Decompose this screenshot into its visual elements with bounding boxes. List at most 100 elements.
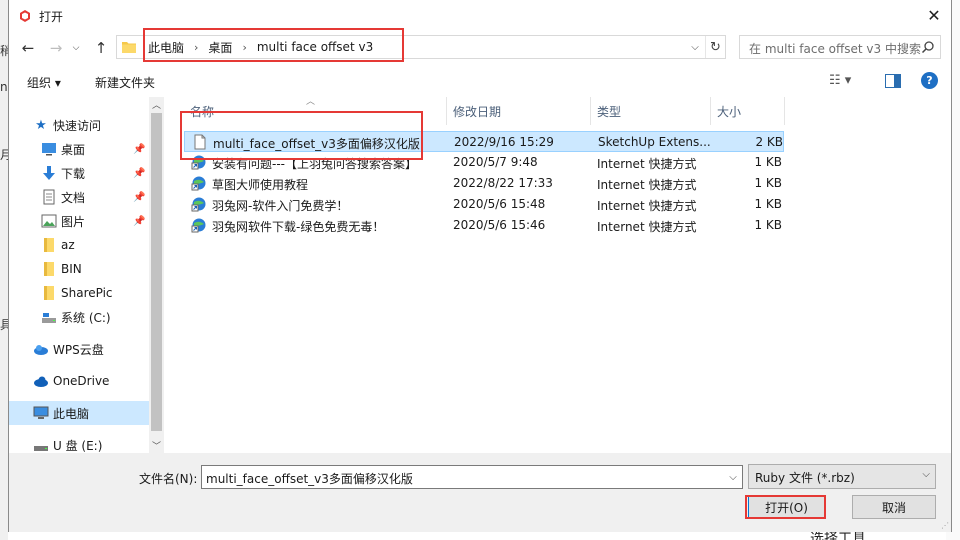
resize-grip-icon[interactable]: ⋰ xyxy=(941,521,949,530)
sidebar-item-wps-cloud[interactable]: WPS云盘 xyxy=(9,337,149,361)
sidebar-item-label: 下载 xyxy=(61,166,86,181)
navigation-pane: ★ 快速访问 桌面 📌 下载 📌 文档 📌 图片 📌 az BIN ShareP… xyxy=(9,97,164,453)
sidebar-item-quick-access[interactable]: ★ 快速访问 xyxy=(9,113,149,137)
file-size: 1 KB xyxy=(754,176,782,190)
breadcrumb: 此电脑 › 桌面 › multi face offset v3 xyxy=(144,36,377,58)
file-row[interactable]: 羽兔网软件下载-绿色免费无毒！ 2020/5/6 15:46 Internet … xyxy=(184,215,784,236)
internet-shortcut-icon xyxy=(191,176,206,191)
refresh-icon: ↻ xyxy=(710,39,721,55)
close-button[interactable]: ✕ xyxy=(917,0,951,30)
up-button[interactable]: ↑ xyxy=(90,37,112,59)
breadcrumb-item[interactable]: 桌面 xyxy=(204,39,236,56)
forward-button[interactable]: → xyxy=(45,37,67,59)
file-row[interactable]: 安装有问题---【上羽兔问答搜索答案】 2020/5/7 9:48 Intern… xyxy=(184,152,784,173)
cancel-button[interactable]: 取消 xyxy=(852,495,936,519)
file-size: 1 KB xyxy=(754,197,782,211)
address-history-dropdown[interactable]: ⌵ xyxy=(687,36,703,58)
file-name: multi_face_offset_v3多面偏移汉化版 xyxy=(213,137,420,151)
file-modified: 2020/5/7 9:48 xyxy=(453,155,538,169)
column-header-label: 名称 xyxy=(190,104,215,119)
chevron-down-icon[interactable]: ⌵ xyxy=(724,466,742,488)
refresh-button[interactable]: ↻ xyxy=(705,36,725,58)
sidebar-item-desktop[interactable]: 桌面 📌 xyxy=(9,137,149,161)
preview-pane-icon[interactable] xyxy=(885,74,901,88)
document-icon xyxy=(43,189,55,205)
file-name: 安装有问题---【上羽兔问答搜索答案】 xyxy=(212,157,417,171)
pin-icon: 📌 xyxy=(133,191,146,203)
file-list: ︿ 名称 修改日期 类型 大小 multi_face_offset_v3多面偏移… xyxy=(164,97,953,453)
sidebar-item-system-drive[interactable]: 系统 (C:) xyxy=(9,305,149,329)
file-size: 2 KB xyxy=(755,135,783,149)
sidebar-item-label: 文档 xyxy=(61,190,86,205)
arrow-right-icon: → xyxy=(49,39,63,57)
file-row[interactable]: multi_face_offset_v3多面偏移汉化版 2022/9/16 15… xyxy=(184,131,784,152)
usb-drive-icon xyxy=(34,446,48,451)
sidebar-item-pictures[interactable]: 图片 📌 xyxy=(9,209,149,233)
file-row[interactable]: 草图大师使用教程 2022/8/22 17:33 Internet 快捷方式 1… xyxy=(184,173,784,194)
view-options-icon[interactable]: ☷ ▾ xyxy=(829,73,851,88)
title-bar: 打开 ✕ xyxy=(9,0,951,31)
open-button[interactable]: 打开(O) xyxy=(748,495,825,519)
command-bar: 组织 ▾ 新建文件夹 ☷ ▾ ? xyxy=(9,65,951,97)
file-size: 1 KB xyxy=(754,218,782,232)
window-title: 打开 xyxy=(39,10,64,24)
file-size: 1 KB xyxy=(754,155,782,169)
navigation-pane-scrollbar[interactable]: ︿ ﹀ xyxy=(149,97,164,453)
file-name: 羽兔网-软件入门免费学！ xyxy=(212,199,349,213)
column-header-modified[interactable]: 修改日期 xyxy=(447,97,591,125)
arrow-up-icon: ↑ xyxy=(94,39,108,57)
picture-icon xyxy=(41,214,57,228)
back-button[interactable]: ← xyxy=(17,37,39,59)
search-placeholder: 在 multi face offset v3 中搜索 xyxy=(749,42,921,56)
file-type: Internet 快捷方式 xyxy=(597,157,697,171)
open-button-label: 打开(O) xyxy=(765,500,808,515)
sidebar-item-onedrive[interactable]: OneDrive xyxy=(9,369,149,393)
organize-menu[interactable]: 组织 ▾ xyxy=(27,74,61,91)
file-type-value: Ruby 文件 (*.rbz) xyxy=(755,471,855,485)
sidebar-item-documents[interactable]: 文档 📌 xyxy=(9,185,149,209)
search-input[interactable]: 在 multi face offset v3 中搜索 xyxy=(739,35,941,59)
chevron-down-icon: ⌵ xyxy=(922,469,930,480)
sidebar-item-label: 此电脑 xyxy=(53,406,90,421)
sidebar-item-this-pc[interactable]: 此电脑 xyxy=(9,401,149,425)
star-icon: ★ xyxy=(35,117,47,133)
breadcrumb-item[interactable]: multi face offset v3 xyxy=(253,40,377,54)
internet-shortcut-icon xyxy=(191,218,206,233)
file-type: SketchUp Extens... xyxy=(598,135,710,149)
chevron-up-icon[interactable]: ︿ xyxy=(149,97,164,112)
filename-label: 文件名(N): xyxy=(139,472,198,486)
navigation-bar: ← → ⌵ ↑ 此电脑 › 桌面 › multi face offset v3 … xyxy=(9,31,951,65)
help-button[interactable]: ? xyxy=(921,72,938,89)
file-type: Internet 快捷方式 xyxy=(597,178,697,192)
file-row[interactable]: 羽兔网-软件入门免费学！ 2020/5/6 15:48 Internet 快捷方… xyxy=(184,194,784,215)
column-header-size[interactable]: 大小 xyxy=(711,97,785,125)
breadcrumb-item[interactable]: 此电脑 xyxy=(144,39,188,56)
drive-icon xyxy=(42,313,56,323)
column-header-type[interactable]: 类型 xyxy=(591,97,711,125)
sidebar-item-downloads[interactable]: 下载 📌 xyxy=(9,161,149,185)
file-modified: 2020/5/6 15:46 xyxy=(453,218,546,232)
new-folder-button[interactable]: 新建文件夹 xyxy=(95,74,155,91)
filename-input[interactable]: multi_face_offset_v3多面偏移汉化版 ⌵ xyxy=(201,465,743,489)
sidebar-item-label: U 盘 (E:) xyxy=(53,438,103,453)
address-bar[interactable]: 此电脑 › 桌面 › multi face offset v3 ⌵ ↻ xyxy=(116,35,726,59)
sidebar-item-az[interactable]: az xyxy=(9,233,149,257)
sidebar-item-sharepic[interactable]: SharePic xyxy=(9,281,149,305)
column-header-name[interactable]: 名称 xyxy=(184,97,447,125)
breadcrumb-separator-icon[interactable]: › xyxy=(188,41,204,54)
internet-shortcut-icon xyxy=(191,155,206,170)
sidebar-item-bin[interactable]: BIN xyxy=(9,257,149,281)
file-type-select[interactable]: Ruby 文件 (*.rbz) ⌵ xyxy=(748,464,936,489)
cloud-icon xyxy=(34,376,48,387)
recent-locations-button[interactable]: ⌵ xyxy=(69,37,83,59)
filename-value: multi_face_offset_v3多面偏移汉化版 xyxy=(206,472,413,486)
file-icon xyxy=(194,134,206,150)
file-type: Internet 快捷方式 xyxy=(597,220,697,234)
scrollbar-thumb[interactable] xyxy=(151,113,162,431)
file-name: 羽兔网软件下载-绿色免费无毒！ xyxy=(212,220,385,234)
download-icon xyxy=(43,166,55,180)
sidebar-item-label: OneDrive xyxy=(53,374,110,388)
chevron-down-icon[interactable]: ﹀ xyxy=(149,438,164,453)
sidebar-item-label: 图片 xyxy=(61,214,86,229)
breadcrumb-separator-icon[interactable]: › xyxy=(236,41,252,54)
